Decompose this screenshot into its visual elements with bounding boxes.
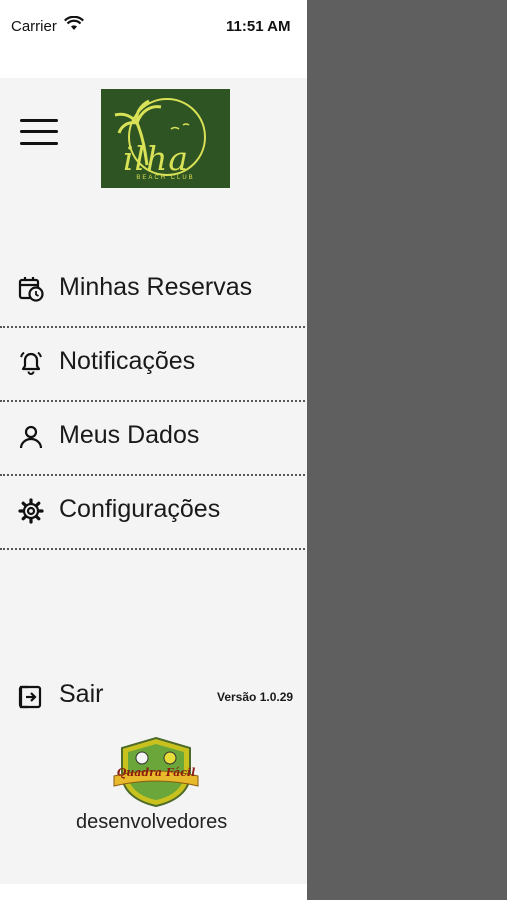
menu-item-meus-dados[interactable]: Meus Dados [0,402,305,476]
bottom-bar [0,884,307,900]
menu-item-notificacoes[interactable]: Notificações [0,328,305,402]
user-icon [18,424,44,450]
drawer-overlay[interactable] [307,0,507,900]
app-version: Versão 1.0.29 [217,690,294,704]
menu-item-label: Minhas Reservas [59,273,253,301]
developers-label: desenvolvedores [76,811,228,833]
logo-wordmark: ilha [123,139,190,178]
status-bar: Carrier 11:51 AM [0,0,307,78]
quadra-facil-badge: Quadra Fácil [112,736,200,808]
hamburger-menu-icon[interactable] [20,117,58,147]
menu-item-label: Configurações [59,495,221,523]
logout-label: Sair [59,680,104,708]
menu-item-minhas-reservas[interactable]: Minhas Reservas [0,254,305,328]
menu-item-label: Notificações [59,347,196,375]
logout-button[interactable]: Sair [0,672,200,718]
status-time: 11:51 AM [226,18,291,35]
club-logo: ilha BEACH CLUB [101,89,230,188]
logo-subtitle: BEACH CLUB [136,175,195,181]
side-drawer: Carrier 11:51 AM ilha BEACH CLUB Minhas … [0,0,307,900]
carrier-label: Carrier [11,18,57,35]
calendar-clock-icon [18,276,44,302]
badge-text: Quadra Fácil [116,766,196,779]
gear-icon [18,498,44,524]
logout-icon [18,684,44,710]
menu-item-configuracoes[interactable]: Configurações [0,476,305,550]
bell-icon [18,350,44,376]
menu-item-label: Meus Dados [59,421,200,449]
wifi-icon [64,15,84,37]
